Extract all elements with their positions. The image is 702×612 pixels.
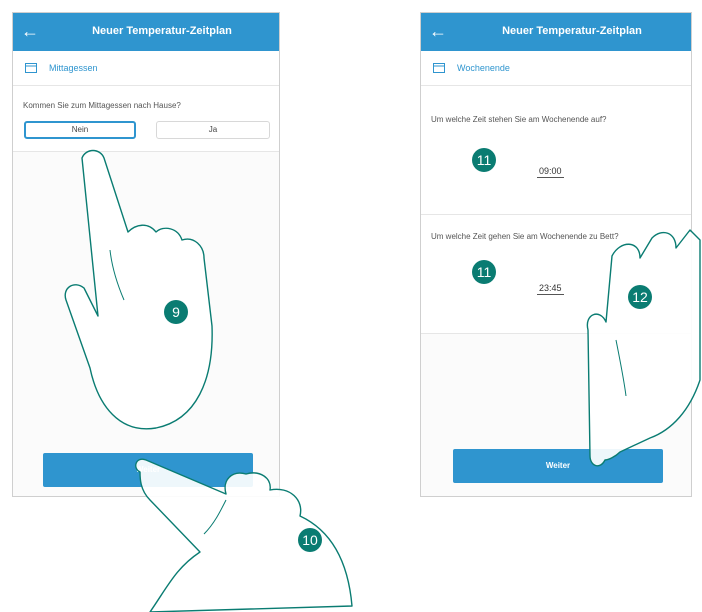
callout-badge: 11 [472,260,496,284]
callout-badge: 12 [628,285,652,309]
callout-badge: 10 [298,528,322,552]
hand-illustrations [64,149,701,612]
pointing-hand-1 [64,149,213,430]
callout-badge: 11 [472,148,496,172]
pointing-hand-3 [586,229,701,467]
callout-badge: 9 [164,300,188,324]
